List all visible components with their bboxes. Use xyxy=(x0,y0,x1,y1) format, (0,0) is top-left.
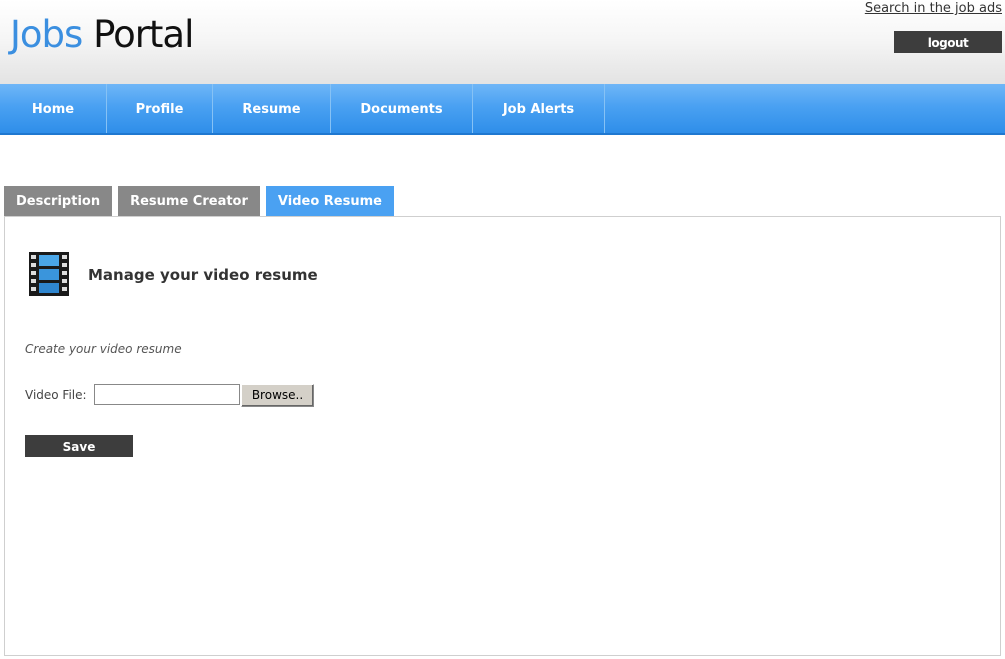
tab-description[interactable]: Description xyxy=(4,186,113,216)
nav-item-job-alerts[interactable]: Job Alerts xyxy=(473,84,605,133)
logout-button[interactable]: logout xyxy=(894,31,1002,53)
nav-item-documents[interactable]: Documents xyxy=(331,84,473,133)
resume-tabs: Description Resume Creator Video Resume xyxy=(4,186,394,216)
film-strip-icon xyxy=(29,252,69,296)
video-resume-panel: Manage your video resume Create your vid… xyxy=(4,216,1001,656)
tab-resume-creator[interactable]: Resume Creator xyxy=(118,186,260,216)
help-text: Create your video resume xyxy=(25,342,182,356)
site-logo[interactable]: Jobs Portal xyxy=(10,12,194,58)
nav-item-resume[interactable]: Resume xyxy=(213,84,331,133)
video-file-input[interactable] xyxy=(94,384,240,405)
search-job-ads-link[interactable]: Search in the job ads xyxy=(865,1,1002,16)
logo-text-portal: Portal xyxy=(93,13,194,56)
logo-text-jobs: Jobs xyxy=(10,13,83,56)
video-file-label: Video File: xyxy=(25,388,87,402)
tab-video-resume[interactable]: Video Resume xyxy=(265,186,394,216)
save-button[interactable]: Save xyxy=(25,435,133,457)
panel-title: Manage your video resume xyxy=(88,266,318,284)
main-nav: Home Profile Resume Documents Job Alerts xyxy=(0,84,1005,135)
nav-item-home[interactable]: Home xyxy=(0,84,107,133)
browse-button[interactable]: Browse.. xyxy=(241,384,314,407)
page-header: Jobs Portal Search in the job ads logout xyxy=(0,0,1005,85)
nav-item-profile[interactable]: Profile xyxy=(107,84,213,133)
